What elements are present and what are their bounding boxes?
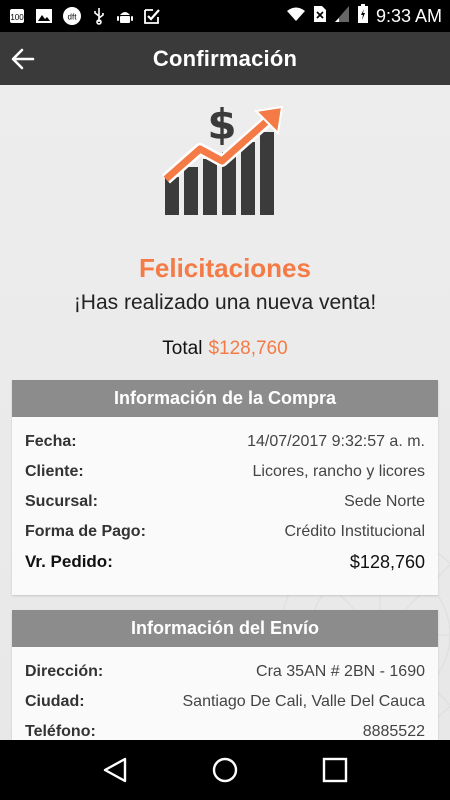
row-value: Sede Norte bbox=[344, 493, 425, 510]
row-value: Crédito Institucional bbox=[284, 523, 425, 540]
row-value: 8885522 bbox=[362, 723, 425, 740]
purchase-info-card: Información de la Compra Fecha: 14/07/20… bbox=[12, 380, 438, 595]
purchase-row-order-value: Vr. Pedido: $128,760 bbox=[25, 547, 425, 577]
purchase-info-header: Información de la Compra bbox=[12, 380, 438, 417]
image-icon bbox=[35, 7, 53, 25]
total-amount: $128,760 bbox=[208, 338, 288, 359]
congratulations-heading: Felicitaciones bbox=[139, 253, 311, 283]
android-icon bbox=[116, 7, 134, 25]
badge-label: 100 bbox=[10, 13, 24, 22]
row-value: Santiago De Cali, Valle Del Cauca bbox=[182, 693, 426, 710]
total-label: Total bbox=[162, 338, 203, 359]
purchase-row-client: Cliente: Licores, rancho y licores bbox=[25, 457, 425, 487]
signal-icon bbox=[334, 5, 350, 28]
svg-text:$: $ bbox=[207, 100, 236, 149]
notification-icons: 100 dft bbox=[8, 6, 161, 26]
sale-message: ¡Has realizado una nueva venta! bbox=[73, 291, 377, 314]
app-bar: Confirmación bbox=[0, 32, 450, 85]
total-line: Total $128,760 bbox=[0, 338, 450, 360]
confirmation-content[interactable]: $ Felicitaciones ¡Has realizado una nuev… bbox=[0, 85, 450, 740]
battery-icon bbox=[357, 3, 369, 29]
triangle-back-icon bbox=[103, 757, 127, 783]
shipping-info-card: Información del Envío Dirección: Cra 35A… bbox=[12, 610, 438, 740]
purchase-row-payment: Forma de Pago: Crédito Institucional bbox=[25, 517, 425, 547]
purchase-info-body: Fecha: 14/07/2017 9:32:57 a. m. Cliente:… bbox=[12, 417, 438, 585]
row-label: Fecha: bbox=[25, 433, 77, 450]
check-box-icon bbox=[143, 7, 161, 25]
row-value: Cra 35AN # 2BN - 1690 bbox=[256, 663, 425, 680]
usb-icon bbox=[91, 7, 107, 25]
shipping-info-body: Dirección: Cra 35AN # 2BN - 1690 Ciudad:… bbox=[12, 647, 438, 740]
status-time: 9:33 AM bbox=[375, 5, 442, 26]
row-label: Dirección: bbox=[25, 663, 104, 680]
system-status: 9:33 AM bbox=[286, 3, 442, 29]
square-recents-icon bbox=[322, 757, 348, 783]
purchase-row-date: Fecha: 14/07/2017 9:32:57 a. m. bbox=[25, 427, 425, 457]
no-sim-icon bbox=[313, 5, 327, 28]
circle-home-icon bbox=[212, 757, 238, 783]
shipping-info-header: Información del Envío bbox=[12, 610, 438, 647]
page-title: Confirmación bbox=[152, 45, 298, 71]
row-value: Licores, rancho y licores bbox=[252, 463, 425, 480]
row-label: Cliente: bbox=[25, 463, 84, 480]
wifi-icon bbox=[286, 6, 306, 27]
status-bar: 100 dft 9:33 AM bbox=[0, 0, 450, 32]
row-value: $128,760 bbox=[349, 551, 425, 572]
shipping-row-address: Dirección: Cra 35AN # 2BN - 1690 bbox=[25, 657, 425, 687]
row-label: Sucursal: bbox=[25, 493, 98, 510]
purchase-row-branch: Sucursal: Sede Norte bbox=[25, 487, 425, 517]
shipping-row-phone: Teléfono: 8885522 bbox=[25, 717, 425, 740]
nav-home-button[interactable] bbox=[205, 750, 245, 790]
arrow-left-icon bbox=[11, 48, 35, 70]
nav-back-button[interactable] bbox=[95, 750, 135, 790]
row-label: Teléfono: bbox=[25, 723, 96, 740]
back-button[interactable] bbox=[8, 44, 38, 74]
system-nav-bar bbox=[0, 740, 450, 800]
row-label: Vr. Pedido: bbox=[25, 552, 113, 571]
row-value: 14/07/2017 9:32:57 a. m. bbox=[247, 433, 425, 450]
dft-label: dft bbox=[68, 13, 78, 22]
nav-recents-button[interactable] bbox=[315, 750, 355, 790]
row-label: Forma de Pago: bbox=[25, 523, 146, 540]
sales-growth-icon: $ bbox=[162, 100, 284, 215]
row-label: Ciudad: bbox=[25, 693, 85, 710]
percent-100-icon: 100 bbox=[8, 7, 26, 25]
dft-icon: dft bbox=[62, 6, 82, 26]
shipping-row-city: Ciudad: Santiago De Cali, Valle Del Cauc… bbox=[25, 687, 425, 717]
